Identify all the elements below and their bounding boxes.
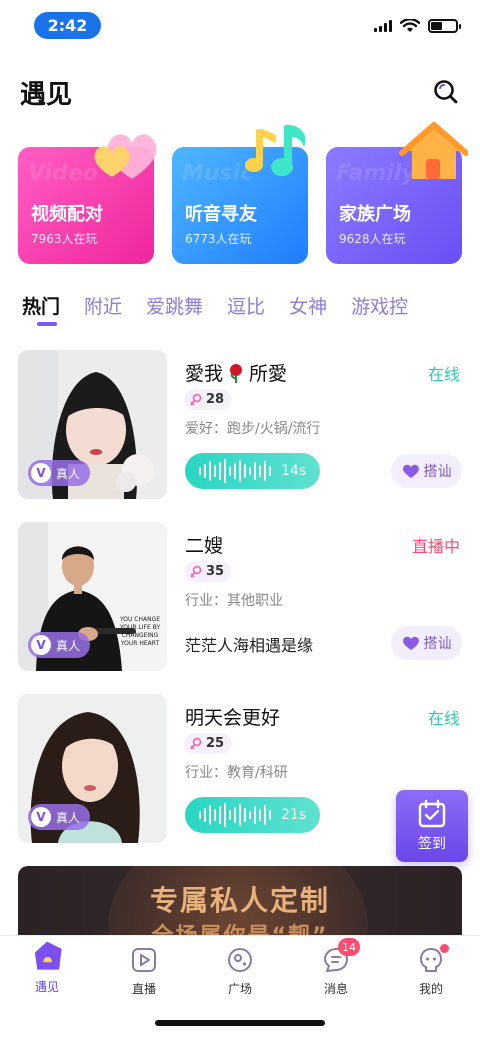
feature-title: 听音寻友 <box>185 204 257 225</box>
voice-wave-icon <box>199 803 271 827</box>
tab-nearby[interactable]: 附近 <box>84 292 122 319</box>
feature-subtitle: 9628人在玩 <box>339 232 406 246</box>
page-title: 遇见 <box>20 80 73 110</box>
calendar-check-icon <box>418 799 446 828</box>
voice-duration: 21s <box>281 807 307 823</box>
feature-title: 视频配对 <box>31 204 103 225</box>
feature-card-family-plaza[interactable]: Family 家族广场 9628人在玩 <box>326 122 468 264</box>
female-icon <box>190 565 202 577</box>
category-tabs: 热门 附近 爱跳舞 逗比 女神 游戏控 <box>22 292 480 319</box>
verified-icon: V <box>31 635 51 655</box>
music-note-icon <box>245 125 306 176</box>
avatar[interactable]: YOU CHANGE YOUR LIFE BY CHANGEING YOUR H… <box>18 522 167 671</box>
notification-dot <box>440 944 449 953</box>
planet-icon <box>228 948 252 972</box>
online-status: 在线 <box>427 709 460 728</box>
status-bar: 2:42 <box>0 0 480 52</box>
age-badge: 35 <box>185 561 232 582</box>
list-item[interactable]: V 真人 愛我 所愛 在线 28 爱好：跑步/火锅/流行 14s 搭讪 <box>18 350 462 500</box>
voice-duration: 14s <box>281 463 307 479</box>
tab-dance[interactable]: 爱跳舞 <box>146 292 203 319</box>
verified-badge: V 真人 <box>28 632 91 658</box>
user-detail: 行业：教育/科研 <box>185 765 288 781</box>
voice-intro-button[interactable]: 14s <box>185 453 320 489</box>
tabbar-item-mine[interactable]: 我的 <box>401 944 461 997</box>
tab-gamer[interactable]: 游戏控 <box>351 292 408 319</box>
rose-icon <box>230 363 243 383</box>
tabbar-item-meet[interactable]: 遇见 <box>17 941 77 995</box>
user-motto: 茫茫人海相遇是缘 <box>185 636 314 655</box>
home-indicator <box>155 1020 325 1026</box>
signin-button[interactable]: 签到 <box>396 790 468 862</box>
feature-subtitle: 7963人在玩 <box>31 232 98 246</box>
house-icon <box>399 122 468 179</box>
signal-icon <box>374 20 392 32</box>
signin-label: 签到 <box>418 836 446 852</box>
verified-icon: V <box>31 463 51 483</box>
age-badge: 25 <box>185 733 232 754</box>
active-tab-indicator <box>37 322 57 326</box>
play-icon <box>132 948 156 972</box>
search-button[interactable] <box>432 78 460 106</box>
wifi-icon <box>400 19 420 32</box>
female-icon <box>190 737 202 749</box>
heart-icon <box>402 464 419 478</box>
feature-cards: Video 视频配对 7963人在玩 Music 听音寻友 6773人在玩 Fa… <box>18 122 468 264</box>
hearts-icon <box>94 134 157 179</box>
user-name: 二嫂 <box>185 535 224 557</box>
tab-goddess[interactable]: 女神 <box>289 292 327 319</box>
live-status: 直播中 <box>411 537 460 556</box>
age-badge: 28 <box>185 389 232 410</box>
status-time: 2:42 <box>34 12 101 39</box>
tab-hot[interactable]: 热门 <box>22 292 60 319</box>
user-name: 愛我 所愛 <box>185 363 288 385</box>
user-detail: 行业：其他职业 <box>185 593 283 609</box>
user-detail: 爱好：跑步/火锅/流行 <box>185 421 321 437</box>
feature-card-video-match[interactable]: Video 视频配对 7963人在玩 <box>18 134 157 264</box>
status-icons <box>374 19 461 33</box>
feature-card-voice-friend[interactable]: Music 听音寻友 6773人在玩 <box>172 125 308 264</box>
unread-badge: 14 <box>338 938 360 956</box>
chat-button[interactable]: 搭讪 <box>391 626 462 660</box>
chat-button[interactable]: 搭讪 <box>391 454 462 488</box>
heart-icon <box>402 636 419 650</box>
search-icon <box>434 80 458 104</box>
avatar[interactable]: V 真人 <box>18 694 167 843</box>
tabbar-item-live[interactable]: 直播 <box>114 946 174 997</box>
tab-funny[interactable]: 逗比 <box>227 292 265 319</box>
user-name: 明天会更好 <box>185 707 281 729</box>
verified-icon: V <box>31 807 51 827</box>
voice-wave-icon <box>199 459 271 483</box>
voice-intro-button[interactable]: 21s <box>185 797 320 833</box>
avatar[interactable]: V 真人 <box>18 350 167 499</box>
verified-badge: V 真人 <box>28 460 91 486</box>
tabbar-item-messages[interactable]: 14 消息 <box>306 938 366 997</box>
online-status: 在线 <box>427 365 460 384</box>
battery-icon <box>428 19 461 33</box>
home-icon <box>34 941 62 970</box>
banner-title: 专属私人定制 <box>149 884 330 917</box>
tabbar-item-plaza[interactable]: 广场 <box>210 946 270 997</box>
feature-title: 家族广场 <box>339 204 411 225</box>
female-icon <box>190 393 202 405</box>
feature-subtitle: 6773人在玩 <box>185 232 252 246</box>
list-item[interactable]: YOU CHANGE YOUR LIFE BY CHANGEING YOUR H… <box>18 522 462 672</box>
verified-badge: V 真人 <box>28 804 91 830</box>
photo-caption: YOU CHANGE YOUR LIFE BY CHANGEING YOUR H… <box>119 616 161 647</box>
